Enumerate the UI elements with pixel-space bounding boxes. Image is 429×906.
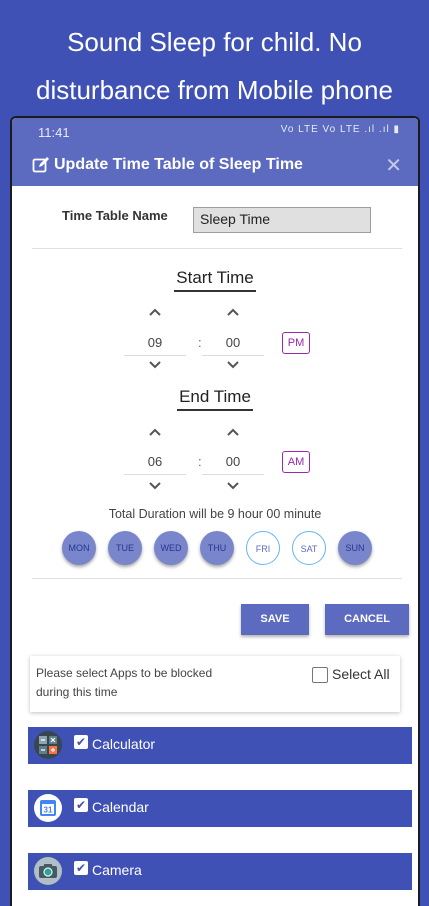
day-toggle-tue[interactable]: TUE xyxy=(108,531,142,565)
camera-checkbox[interactable]: ✔ xyxy=(74,861,88,875)
end-hour-down-chevron-icon[interactable] xyxy=(145,482,165,496)
day-toggle-thu[interactable]: THU xyxy=(200,531,234,565)
status-bar: 11:41 Vo LTE Vo LTE .ıl .ıl ▮ xyxy=(12,118,418,146)
day-toggle-mon[interactable]: MON xyxy=(62,531,96,565)
end-time-title: End Time xyxy=(12,387,418,411)
app-name: Calculator xyxy=(92,736,156,752)
promo-caption: Sound Sleep for child. No disturbance fr… xyxy=(0,18,429,114)
app-selection-instruction: Please select Apps to be blocked during … xyxy=(36,666,213,699)
edit-icon xyxy=(32,156,50,174)
time-table-name-label: Time Table Name xyxy=(62,208,168,223)
save-button[interactable]: SAVE xyxy=(241,604,309,635)
camera-icon xyxy=(33,856,63,886)
cancel-button[interactable]: CANCEL xyxy=(325,604,409,635)
day-toggle-fri[interactable]: FRI xyxy=(246,531,280,565)
calculator-icon xyxy=(33,730,63,760)
dialog-title: Update Time Table of Sleep Time xyxy=(54,156,303,173)
status-time: 11:41 xyxy=(38,125,70,140)
app-name: Camera xyxy=(92,862,142,878)
app-selection-panel: Please select Apps to be blocked during … xyxy=(30,656,400,712)
end-minute-down-chevron-icon[interactable] xyxy=(223,482,243,496)
app-name: Calendar xyxy=(92,799,149,815)
divider xyxy=(32,578,402,579)
end-minute-up-chevron-icon[interactable] xyxy=(223,428,243,442)
start-minute-up-chevron-icon[interactable] xyxy=(223,308,243,322)
calendar-icon-number: 31 xyxy=(44,806,53,815)
end-hour-field[interactable]: 06 xyxy=(124,450,186,475)
select-all-label[interactable]: Select All xyxy=(332,666,390,682)
app-row-camera[interactable]: ✔ Camera xyxy=(28,853,412,890)
phone-screen: 11:41 Vo LTE Vo LTE .ıl .ıl ▮ Update Tim… xyxy=(10,116,420,906)
time-table-name-input[interactable]: Sleep Time xyxy=(193,207,371,233)
calendar-checkbox[interactable]: ✔ xyxy=(74,798,88,812)
status-icons: Vo LTE Vo LTE .ıl .ıl ▮ xyxy=(280,124,400,135)
end-minute-field[interactable]: 00 xyxy=(202,450,264,475)
start-hour-down-chevron-icon[interactable] xyxy=(145,361,165,375)
select-all-checkbox[interactable] xyxy=(312,667,328,683)
start-ampm-toggle[interactable]: PM xyxy=(282,332,310,354)
divider xyxy=(32,248,402,249)
end-hour-up-chevron-icon[interactable] xyxy=(145,428,165,442)
start-minute-down-chevron-icon[interactable] xyxy=(223,361,243,375)
day-toggle-sat[interactable]: SAT xyxy=(292,531,326,565)
app-row-calculator[interactable]: ✔ Calculator xyxy=(28,727,412,764)
app-row-calendar[interactable]: 31 ✔ Calendar xyxy=(28,790,412,827)
dialog-header: Update Time Table of Sleep Time ✕ xyxy=(12,146,418,186)
promo-line-1: Sound Sleep for child. No xyxy=(67,27,362,57)
total-duration-text: Total Duration will be 9 hour 00 minute xyxy=(108,507,322,521)
calculator-checkbox[interactable]: ✔ xyxy=(74,735,88,749)
day-toggle-sun[interactable]: SUN xyxy=(338,531,372,565)
start-time-title: Start Time xyxy=(12,268,418,292)
calendar-icon: 31 xyxy=(33,793,63,823)
start-hour-field[interactable]: 09 xyxy=(124,331,186,356)
start-hour-up-chevron-icon[interactable] xyxy=(145,308,165,322)
promo-line-2: disturbance from Mobile phone xyxy=(36,75,393,105)
end-ampm-toggle[interactable]: AM xyxy=(282,451,310,473)
day-toggle-wed[interactable]: WED xyxy=(154,531,188,565)
start-minute-field[interactable]: 00 xyxy=(202,331,264,356)
close-icon[interactable]: ✕ xyxy=(385,153,402,178)
